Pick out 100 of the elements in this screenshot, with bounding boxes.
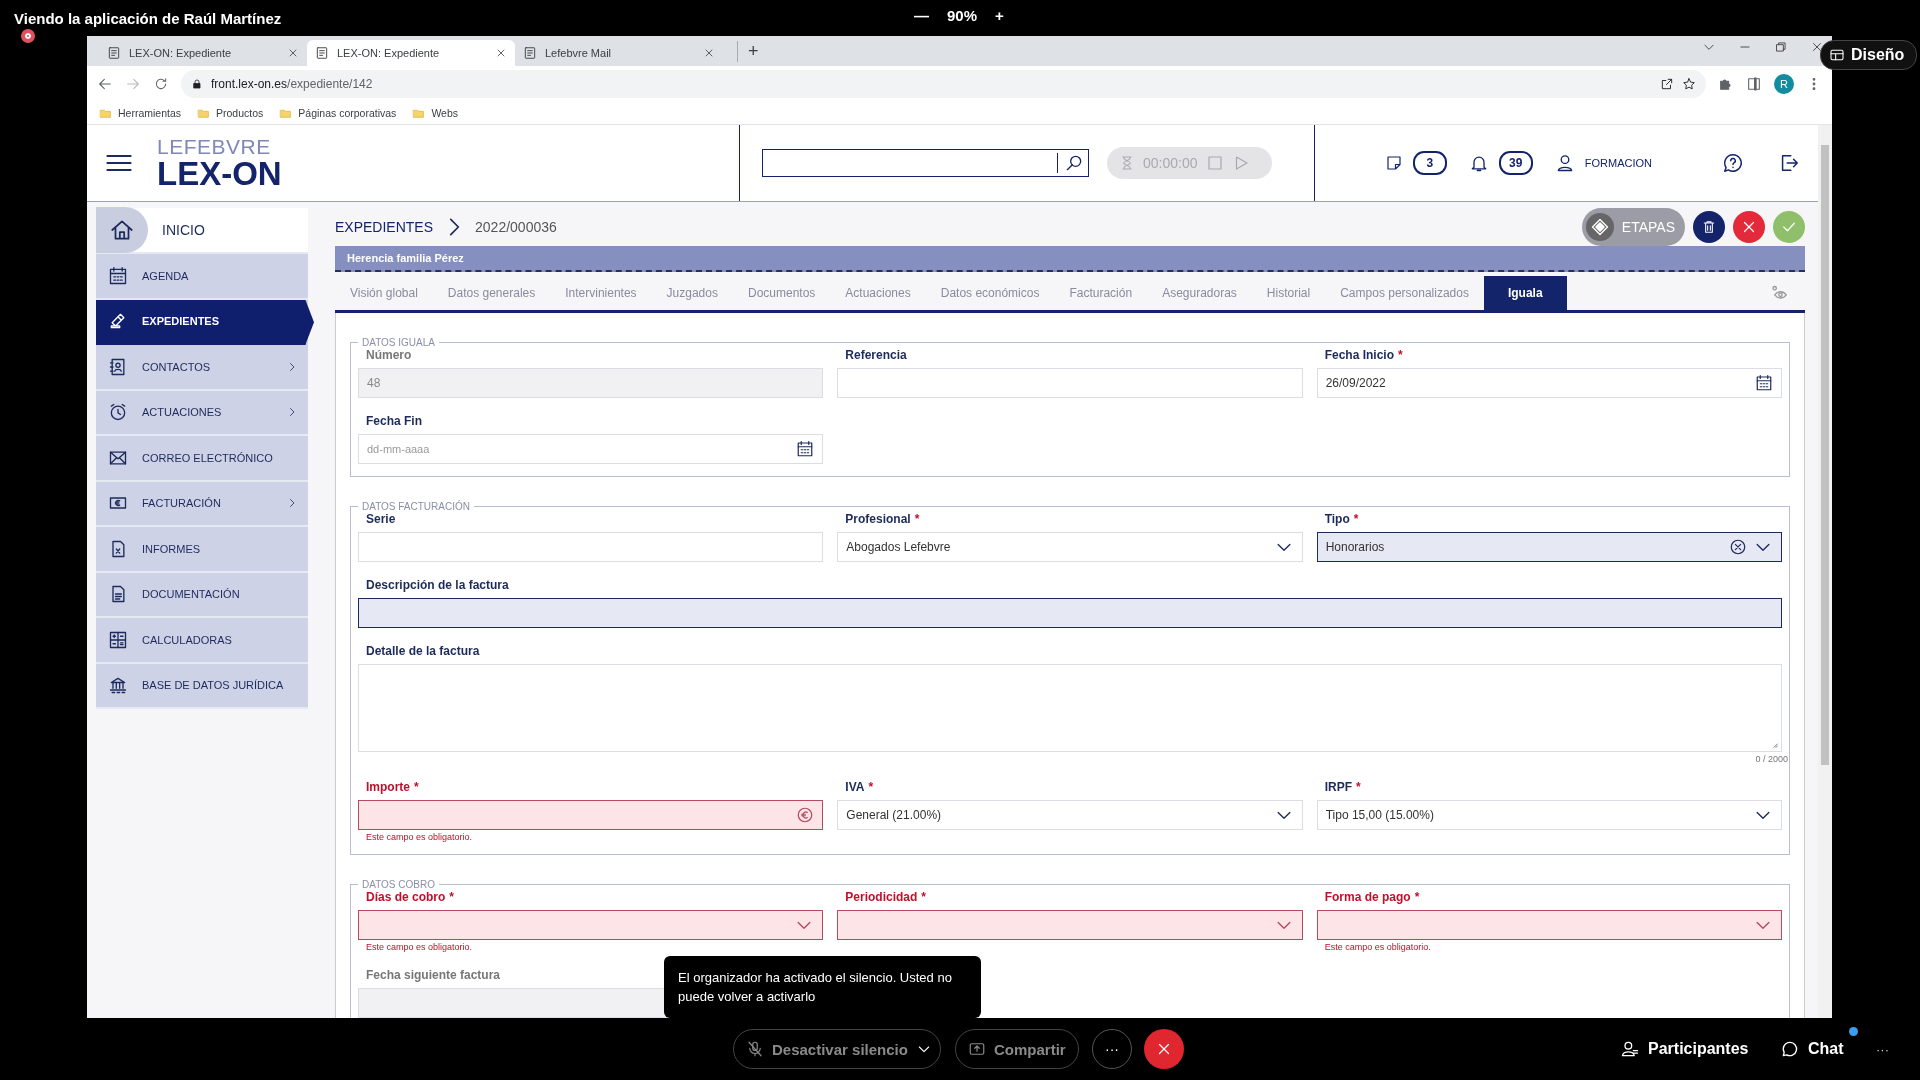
cancel-button[interactable]	[1733, 211, 1765, 243]
field-label: Referencia	[844, 348, 907, 362]
field-label: Tipo *	[1323, 512, 1359, 526]
dropdown-field[interactable]: Tipo 15,00 (15.00%)	[1316, 800, 1782, 830]
breadcrumb-link[interactable]: EXPEDIENTES	[335, 219, 434, 235]
field-label: IVA *	[844, 780, 874, 794]
sidebar-item[interactable]: EXPEDIENTES	[96, 299, 314, 345]
puzzle-icon[interactable]	[1718, 76, 1734, 92]
note-icon[interactable]	[1384, 154, 1403, 172]
field-label: Periodicidad *	[844, 890, 927, 904]
delete-button[interactable]	[1693, 211, 1725, 243]
back-icon[interactable]	[97, 76, 113, 92]
zoom-out-button[interactable]: —	[914, 7, 929, 24]
field-label: Número	[365, 348, 412, 362]
sidebar-item[interactable]: DOCUMENTACIÓN	[96, 572, 308, 618]
dropdown-field[interactable]: General (21.00%)	[837, 800, 1303, 830]
trash-icon	[1701, 219, 1717, 235]
browser-tab[interactable]: Lefebvre Mail	[515, 40, 723, 66]
error-message: Este campo es obligatorio.	[365, 942, 474, 952]
document-icon	[523, 46, 537, 60]
tab[interactable]: Iguala	[1483, 276, 1567, 310]
star-icon[interactable]	[1682, 77, 1696, 91]
dropdown-field[interactable]: Abogados Lefebvre	[837, 532, 1303, 562]
scrollbar-thumb[interactable]	[1821, 145, 1829, 765]
amount-field[interactable]	[358, 800, 824, 830]
screen-share-icon	[968, 1040, 986, 1058]
layout-button[interactable]: Diseño	[1820, 40, 1918, 70]
lock-icon	[191, 78, 203, 90]
dropdown-field[interactable]	[358, 910, 824, 940]
sidebar-item[interactable]: INICIO	[96, 208, 308, 254]
muted-mic-icon	[746, 1040, 764, 1058]
field-label: Detalle de la factura	[365, 644, 480, 658]
sidebar-item[interactable]: INFORMES	[96, 527, 308, 573]
bookmark[interactable]: Productos	[197, 106, 264, 120]
calendar-icon[interactable]	[1755, 374, 1773, 392]
side-panel-icon[interactable]	[1746, 76, 1762, 92]
bookmark[interactable]: Herramientas	[99, 106, 182, 120]
clock-icon	[108, 402, 128, 423]
calendar-icon	[108, 265, 128, 286]
search-icon[interactable]	[1064, 153, 1084, 173]
field-label: Profesional *	[844, 512, 920, 526]
overflow-button[interactable]: ···	[1876, 1041, 1889, 1057]
bookmark[interactable]: Páginas corporativas	[279, 106, 397, 120]
document-icon	[107, 46, 121, 60]
restore-icon[interactable]	[1774, 40, 1788, 54]
textarea-field[interactable]	[358, 664, 1782, 752]
field-label: IRPF *	[1323, 780, 1361, 794]
browser-tab[interactable]: LEX-ON: Expediente	[307, 40, 515, 66]
participants-button[interactable]: Participantes	[1620, 1039, 1749, 1059]
clear-button[interactable]	[1729, 538, 1747, 556]
logo-text: LEFEBVRE	[157, 136, 272, 157]
dropdown-field[interactable]	[837, 910, 1303, 940]
help-icon[interactable]	[1722, 152, 1744, 174]
breadcrumb-current: 2022/000036	[475, 219, 557, 235]
search-field[interactable]	[762, 149, 1089, 177]
new-tab-button[interactable]: +	[737, 41, 759, 62]
sidebar-item[interactable]: CALCULADORAS	[96, 618, 308, 664]
case-title-bar: Herencia familia Pérez	[335, 246, 1805, 272]
character-counter: 0 / 2000	[1754, 754, 1788, 764]
layout-icon	[1829, 47, 1845, 63]
section-title: DATOS IGUALA	[361, 337, 436, 348]
chat-button[interactable]: Chat	[1780, 1039, 1844, 1059]
sidebar-item[interactable]: BASE DE DATOS JURÍDICA	[96, 663, 308, 709]
text-field[interactable]	[358, 598, 1782, 628]
end-call-button[interactable]	[1144, 1029, 1184, 1069]
sidebar-item[interactable]: FACTURACIÓN	[96, 481, 308, 527]
bookmark[interactable]: Webs	[412, 106, 459, 120]
date-field[interactable]: 26/09/2022	[1316, 368, 1782, 398]
sidebar-item[interactable]: CONTACTOS	[96, 345, 308, 391]
chat-icon	[1780, 1039, 1800, 1059]
field-label: Importe *	[365, 780, 419, 794]
close-icon[interactable]	[1810, 40, 1824, 54]
address-bar[interactable]: front.lex-on.es/expediente/142	[181, 70, 1706, 98]
sidebar-item[interactable]: ACTUACIONES	[96, 390, 308, 436]
share-icon[interactable]	[1660, 77, 1674, 91]
user-name[interactable]: FORMACION	[1584, 157, 1652, 169]
dropdown-field[interactable]: Honorarios	[1316, 532, 1782, 562]
sharing-title: Viendo la aplicación de Raúl Martínez	[14, 9, 282, 27]
zoom-in-button[interactable]: +	[995, 7, 1004, 24]
document-icon	[315, 46, 329, 60]
calendar-icon[interactable]	[796, 440, 815, 458]
bank-icon	[108, 675, 128, 696]
browser-tab[interactable]: LEX-ON: Expediente	[99, 40, 307, 66]
reload-icon[interactable]	[153, 76, 169, 92]
notes-count: 3	[1412, 151, 1447, 175]
clear-icon	[1729, 538, 1747, 556]
notification-toast: El organizador ha activado el silencio. Usted no puede volver a activarlo	[664, 956, 981, 1018]
section-title: DATOS COBRO	[361, 879, 436, 890]
field-label: Fecha siguiente factura	[365, 968, 501, 982]
dropdown-field[interactable]	[1316, 910, 1782, 940]
participants-icon	[1620, 1039, 1640, 1059]
stages-icon	[1589, 217, 1610, 237]
sidebar-item[interactable]: CORREO ELECTRÓNICO	[96, 436, 308, 482]
zoom-level: 90%	[947, 7, 978, 24]
logo-text: LEX-ON	[157, 157, 282, 190]
profile-avatar[interactable]: R	[1774, 74, 1794, 94]
field-label: Fecha Inicio *	[1323, 348, 1403, 362]
field-label: Fecha Fin	[365, 414, 422, 428]
calculator-icon	[108, 629, 128, 650]
field-label: Días de cobro *	[365, 890, 455, 904]
